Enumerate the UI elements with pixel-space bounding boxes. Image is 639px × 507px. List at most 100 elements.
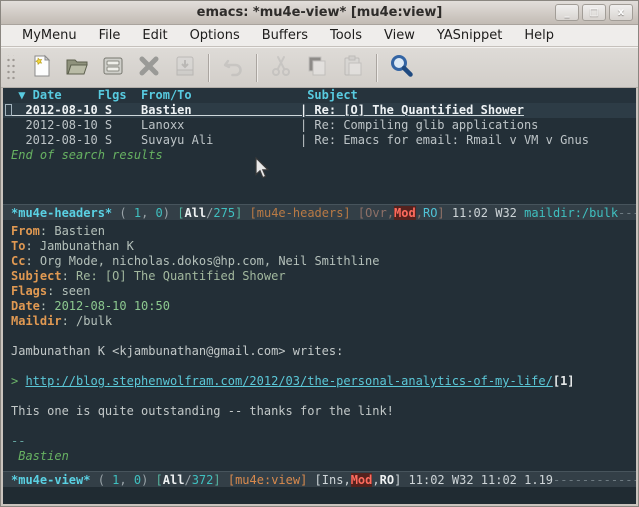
view-modeline-segment: [: [156, 473, 163, 487]
body-text-signature: Bastien: [11, 449, 69, 463]
message-field-to: To: Jambunathan K: [3, 239, 636, 254]
menu-item-options[interactable]: Options: [179, 26, 251, 45]
field-label: From: [11, 224, 40, 238]
end-of-search-results-text: End of search results: [3, 148, 636, 163]
window-controls: _ □ x: [555, 4, 633, 21]
view-modeline-segment: ]: [213, 473, 227, 487]
new-file-icon: [28, 53, 54, 83]
body-line: This one is quite outstanding -- thanks …: [3, 404, 636, 419]
field-label: To: [11, 239, 25, 253]
menu-item-yasnippet[interactable]: YASnippet: [426, 26, 514, 45]
menu-item-mymenu[interactable]: MyMenu: [11, 26, 88, 45]
maximize-button[interactable]: □: [582, 4, 606, 21]
paste-button: [335, 52, 371, 84]
search-icon: [388, 52, 415, 83]
cut-icon: [268, 53, 294, 83]
echo-area: [3, 487, 636, 504]
mouse-cursor: [255, 157, 271, 180]
field-colon: :: [25, 254, 39, 268]
headers-modeline-segment: ,: [387, 206, 394, 220]
view-modeline-segment: ,: [343, 473, 350, 487]
headers-modeline-segment: 275: [213, 206, 235, 220]
body-text-footref: [1]: [553, 374, 575, 388]
headers-row-selected[interactable]: 2012-08-10 S Bastien | Re: [O] The Quant…: [3, 103, 636, 118]
headers-column-labels: ▼ Date Flgs From/To Subject: [3, 88, 636, 103]
menu-item-buffers[interactable]: Buffers: [251, 26, 319, 45]
menu-item-help[interactable]: Help: [513, 26, 565, 45]
blank-line: [3, 359, 636, 374]
open-folder-button[interactable]: [59, 52, 95, 84]
headers-modeline-segment: ]: [235, 206, 249, 220]
view-modeline-segment: ,: [372, 473, 379, 487]
menu-item-file[interactable]: File: [88, 26, 132, 45]
emacs-window: emacs: *mu4e-view* [mu4e:view] _ □ x MyM…: [0, 0, 639, 507]
body-text-default: Jambunathan K <kjambunathan@gmail.com> w…: [11, 344, 343, 358]
minimize-button[interactable]: _: [555, 4, 579, 21]
message-body: Jambunathan K <kjambunathan@gmail.com> w…: [3, 344, 636, 464]
field-colon: :: [25, 239, 39, 253]
view-modeline-segment: 11:02 W32 11:02 1.19: [409, 473, 554, 487]
close-button[interactable]: x: [609, 4, 633, 21]
headers-row[interactable]: 2012-08-10 S Suvayu Ali | Re: Emacs for …: [3, 133, 636, 148]
headers-modeline-segment: ,: [141, 206, 155, 220]
body-line: > http://blog.stephenwolfram.com/2012/03…: [3, 374, 636, 389]
field-colon: :: [40, 299, 54, 313]
headers-modeline-segment: *mu4e-headers*: [11, 206, 112, 220]
save-as-button: [167, 52, 203, 84]
view-modeline-segment: ,: [119, 473, 133, 487]
title-bar[interactable]: emacs: *mu4e-view* [mu4e:view] _ □ x: [1, 1, 638, 25]
headers-modeline-segment: Mod: [394, 206, 416, 220]
field-value: /bulk: [76, 314, 112, 328]
toolbar-drag-handle[interactable]: [5, 55, 15, 81]
message-field-cc: Cc: Org Mode, nicholas.dokos@hp.com, Nei…: [3, 254, 636, 269]
menu-item-view[interactable]: View: [373, 26, 426, 45]
search-button[interactable]: [383, 52, 419, 84]
field-label: Date: [11, 299, 40, 313]
menu-item-tools[interactable]: Tools: [319, 26, 373, 45]
blank-line: [3, 329, 636, 344]
headers-modeline-segment: maildir:/bulk: [524, 206, 618, 220]
headers-row[interactable]: 2012-08-10 S Lanoxx | Re: Compiling glib…: [3, 118, 636, 133]
frame-border: ▼ Date Flgs From/To Subject 2012-08-10 S…: [1, 88, 638, 506]
toolbar-separator: [376, 54, 378, 82]
menu-item-edit[interactable]: Edit: [131, 26, 178, 45]
blank-line: [3, 389, 636, 404]
body-hyperlink[interactable]: http://blog.stephenwolfram.com/2012/03/t…: [25, 374, 552, 388]
view-modeline-segment: 372: [192, 473, 214, 487]
headers-modeline-segment: ]: [437, 206, 451, 220]
emacs-cursor: [5, 104, 12, 116]
headers-modeline-segment: 11:02 W32: [452, 206, 524, 220]
body-text-quote: >: [11, 374, 25, 388]
toolbar-separator: [256, 54, 258, 82]
mu4e-view-buffer: From: Bastien To: Jambunathan KCc: Org Mo…: [3, 220, 636, 471]
save-button[interactable]: [95, 52, 131, 84]
save-icon: [100, 53, 126, 83]
message-header-fields: From: BastienTo: Jambunathan KCc: Org Mo…: [3, 224, 636, 329]
view-modeline-segment: 0: [134, 473, 141, 487]
undo-icon: [220, 53, 246, 83]
field-colon: :: [47, 284, 61, 298]
mu4e-headers-buffer: ▼ Date Flgs From/To Subject 2012-08-10 S…: [3, 88, 636, 204]
headers-modeline-segment: ,: [416, 206, 423, 220]
body-line: --: [3, 434, 636, 449]
view-modeline-segment: ]: [394, 473, 408, 487]
view-modeline-segment: (: [90, 473, 112, 487]
body-line: Bastien: [3, 449, 636, 464]
headers-modeline-segment: 0: [156, 206, 163, 220]
headers-modeline-segment: 1: [134, 206, 141, 220]
view-modeline-segment: Ins: [322, 473, 344, 487]
headers-row-list: 2012-08-10 S Bastien | Re: [O] The Quant…: [3, 103, 636, 148]
delete-icon: [136, 53, 162, 83]
view-mode-line: *mu4e-view* ( 1, 0) [All/372] [mu4e:view…: [3, 471, 636, 487]
paste-icon: [340, 53, 366, 83]
field-label: Subject: [11, 269, 62, 283]
body-line: Jambunathan K <kjambunathan@gmail.com> w…: [3, 344, 636, 359]
field-value: Re: [O] The Quantified Shower: [76, 269, 286, 283]
new-file-button[interactable]: [23, 52, 59, 84]
view-modeline-segment: ): [141, 473, 155, 487]
copy-icon: [304, 53, 330, 83]
toolbar-separator: [208, 54, 210, 82]
headers-modeline-segment: --------------------------------: [618, 206, 636, 220]
delete-button[interactable]: [131, 52, 167, 84]
view-modeline-segment: *mu4e-view*: [11, 473, 90, 487]
